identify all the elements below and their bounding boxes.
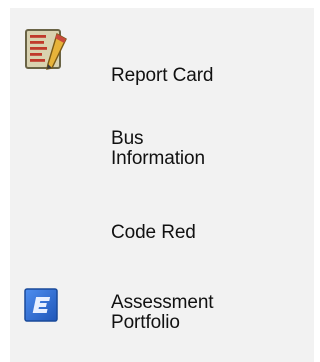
nav-item-bus-information[interactable]: Bus Information xyxy=(10,118,314,182)
nav-item-label: Code Red xyxy=(111,222,196,243)
nav-item-label: Bus Information xyxy=(111,128,205,169)
nav-menu: Report Card Bus Information Code Red Ass… xyxy=(10,8,314,362)
nav-item-assessment-portfolio[interactable]: Assessment Portfolio xyxy=(10,278,314,352)
nav-item-label: Report Card xyxy=(111,65,214,86)
assessment-portfolio-icon xyxy=(24,288,58,322)
nav-item-code-red[interactable]: Code Red xyxy=(10,206,314,260)
nav-item-label: Assessment Portfolio xyxy=(111,292,214,333)
nav-item-report-card[interactable]: Report Card xyxy=(10,20,314,90)
report-card-icon xyxy=(25,29,67,70)
